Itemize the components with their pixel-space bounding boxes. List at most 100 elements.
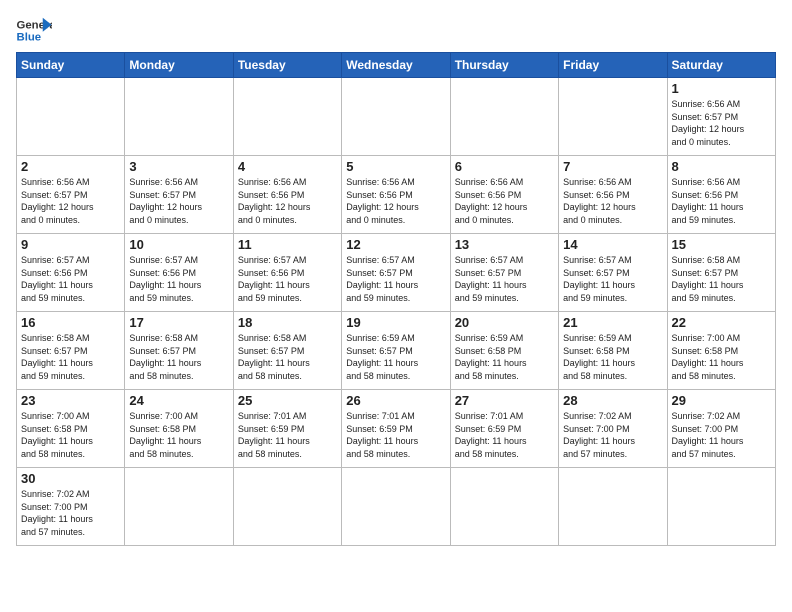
calendar-body: 1 Sunrise: 6:56 AM Sunset: 6:57 PM Daylig… <box>17 78 776 546</box>
day-number: 30 <box>21 471 120 486</box>
week-row-4: 16 Sunrise: 6:58 AM Sunset: 6:57 PM Dayli… <box>17 312 776 390</box>
day-number: 19 <box>346 315 445 330</box>
calendar-cell <box>342 78 450 156</box>
calendar-cell <box>125 468 233 546</box>
day-info: Sunrise: 6:56 AM Sunset: 6:57 PM Dayligh… <box>21 176 120 226</box>
calendar-cell: 6 Sunrise: 6:56 AM Sunset: 6:56 PM Daylig… <box>450 156 558 234</box>
calendar-cell: 7 Sunrise: 6:56 AM Sunset: 6:56 PM Daylig… <box>559 156 667 234</box>
calendar-cell: 16 Sunrise: 6:58 AM Sunset: 6:57 PM Dayli… <box>17 312 125 390</box>
calendar-cell: 27Sunrise: 7:01 AM Sunset: 6:59 PM Dayli… <box>450 390 558 468</box>
weekday-header-wednesday: Wednesday <box>342 53 450 78</box>
calendar-cell <box>125 78 233 156</box>
calendar-cell: 29Sunrise: 7:02 AM Sunset: 7:00 PM Dayli… <box>667 390 775 468</box>
calendar-cell: 30Sunrise: 7:02 AM Sunset: 7:00 PM Dayli… <box>17 468 125 546</box>
calendar-cell: 11 Sunrise: 6:57 AM Sunset: 6:56 PM Dayli… <box>233 234 341 312</box>
calendar-cell: 13 Sunrise: 6:57 AM Sunset: 6:57 PM Dayli… <box>450 234 558 312</box>
calendar-cell: 28 Sunrise: 7:02 AM Sunset: 7:00 PM Dayli… <box>559 390 667 468</box>
day-number: 16 <box>21 315 120 330</box>
day-info: Sunrise: 6:59 AM Sunset: 6:57 PM Dayligh… <box>346 332 445 382</box>
day-info: Sunrise: 6:56 AM Sunset: 6:56 PM Dayligh… <box>238 176 337 226</box>
week-row-6: 30Sunrise: 7:02 AM Sunset: 7:00 PM Dayli… <box>17 468 776 546</box>
day-number: 10 <box>129 237 228 252</box>
day-number: 17 <box>129 315 228 330</box>
calendar-cell: 17 Sunrise: 6:58 AM Sunset: 6:57 PM Dayli… <box>125 312 233 390</box>
day-info: Sunrise: 7:00 AM Sunset: 6:58 PM Dayligh… <box>129 410 228 460</box>
weekday-header-friday: Friday <box>559 53 667 78</box>
calendar-cell <box>559 78 667 156</box>
day-number: 8 <box>672 159 771 174</box>
day-info: Sunrise: 6:57 AM Sunset: 6:57 PM Dayligh… <box>455 254 554 304</box>
calendar-cell: 1 Sunrise: 6:56 AM Sunset: 6:57 PM Daylig… <box>667 78 775 156</box>
day-number: 25 <box>238 393 337 408</box>
day-number: 4 <box>238 159 337 174</box>
day-info: Sunrise: 7:01 AM Sunset: 6:59 PM Dayligh… <box>346 410 445 460</box>
calendar-cell <box>233 468 341 546</box>
day-number: 7 <box>563 159 662 174</box>
calendar-cell: 3 Sunrise: 6:56 AM Sunset: 6:57 PM Daylig… <box>125 156 233 234</box>
calendar-cell: 25 Sunrise: 7:01 AM Sunset: 6:59 PM Dayli… <box>233 390 341 468</box>
calendar-cell: 18Sunrise: 6:58 AM Sunset: 6:57 PM Dayli… <box>233 312 341 390</box>
day-info: Sunrise: 6:57 AM Sunset: 6:56 PM Dayligh… <box>238 254 337 304</box>
day-info: Sunrise: 6:58 AM Sunset: 6:57 PM Dayligh… <box>129 332 228 382</box>
week-row-3: 9 Sunrise: 6:57 AM Sunset: 6:56 PM Daylig… <box>17 234 776 312</box>
day-number: 27 <box>455 393 554 408</box>
day-info: Sunrise: 6:59 AM Sunset: 6:58 PM Dayligh… <box>563 332 662 382</box>
day-info: Sunrise: 6:57 AM Sunset: 6:56 PM Dayligh… <box>21 254 120 304</box>
day-info: Sunrise: 7:01 AM Sunset: 6:59 PM Dayligh… <box>238 410 337 460</box>
calendar-cell: 4 Sunrise: 6:56 AM Sunset: 6:56 PM Daylig… <box>233 156 341 234</box>
day-info: Sunrise: 6:58 AM Sunset: 6:57 PM Dayligh… <box>672 254 771 304</box>
day-number: 11 <box>238 237 337 252</box>
day-info: Sunrise: 6:56 AM Sunset: 6:56 PM Dayligh… <box>672 176 771 226</box>
day-info: Sunrise: 6:57 AM Sunset: 6:57 PM Dayligh… <box>563 254 662 304</box>
day-number: 21 <box>563 315 662 330</box>
day-info: Sunrise: 6:56 AM Sunset: 6:57 PM Dayligh… <box>129 176 228 226</box>
header: General Blue <box>16 16 776 44</box>
day-number: 15 <box>672 237 771 252</box>
day-info: Sunrise: 6:57 AM Sunset: 6:57 PM Dayligh… <box>346 254 445 304</box>
calendar-table: SundayMondayTuesdayWednesdayThursdayFrid… <box>16 52 776 546</box>
day-number: 1 <box>672 81 771 96</box>
day-number: 26 <box>346 393 445 408</box>
calendar-cell: 24 Sunrise: 7:00 AM Sunset: 6:58 PM Dayli… <box>125 390 233 468</box>
day-info: Sunrise: 6:56 AM Sunset: 6:56 PM Dayligh… <box>455 176 554 226</box>
logo: General Blue <box>16 16 52 44</box>
day-number: 13 <box>455 237 554 252</box>
calendar-cell: 5Sunrise: 6:56 AM Sunset: 6:56 PM Daylig… <box>342 156 450 234</box>
day-info: Sunrise: 6:56 AM Sunset: 6:57 PM Dayligh… <box>672 98 771 148</box>
weekday-header-sunday: Sunday <box>17 53 125 78</box>
day-number: 18 <box>238 315 337 330</box>
weekday-header-thursday: Thursday <box>450 53 558 78</box>
calendar-cell: 19 Sunrise: 6:59 AM Sunset: 6:57 PM Dayli… <box>342 312 450 390</box>
calendar-cell: 8 Sunrise: 6:56 AM Sunset: 6:56 PM Daylig… <box>667 156 775 234</box>
day-number: 9 <box>21 237 120 252</box>
day-number: 24 <box>129 393 228 408</box>
weekday-header-tuesday: Tuesday <box>233 53 341 78</box>
calendar-cell <box>342 468 450 546</box>
day-info: Sunrise: 6:56 AM Sunset: 6:56 PM Dayligh… <box>346 176 445 226</box>
day-number: 20 <box>455 315 554 330</box>
calendar-cell <box>667 468 775 546</box>
day-number: 14 <box>563 237 662 252</box>
day-number: 3 <box>129 159 228 174</box>
calendar-cell <box>450 78 558 156</box>
calendar-cell: 2Sunrise: 6:56 AM Sunset: 6:57 PM Daylig… <box>17 156 125 234</box>
day-number: 28 <box>563 393 662 408</box>
calendar-cell: 23Sunrise: 7:00 AM Sunset: 6:58 PM Dayli… <box>17 390 125 468</box>
day-info: Sunrise: 6:57 AM Sunset: 6:56 PM Dayligh… <box>129 254 228 304</box>
week-row-5: 23 Sunrise: 7:00 AM Sunset: 6:58 PM Dayli… <box>17 390 776 468</box>
day-info: Sunrise: 7:02 AM Sunset: 7:00 PM Dayligh… <box>672 410 771 460</box>
day-number: 23 <box>21 393 120 408</box>
day-info: Sunrise: 6:58 AM Sunset: 6:57 PM Dayligh… <box>21 332 120 382</box>
calendar-cell: 14 Sunrise: 6:57 AM Sunset: 6:57 PM Dayli… <box>559 234 667 312</box>
calendar-cell: 15 Sunrise: 6:58 AM Sunset: 6:57 PM Dayli… <box>667 234 775 312</box>
calendar-cell: 10 Sunrise: 6:57 AM Sunset: 6:56 PM Dayli… <box>125 234 233 312</box>
week-row-2: 2Sunrise: 6:56 AM Sunset: 6:57 PM Daylig… <box>17 156 776 234</box>
day-info: Sunrise: 7:02 AM Sunset: 7:00 PM Dayligh… <box>563 410 662 460</box>
calendar-cell <box>17 78 125 156</box>
calendar-cell: 20Sunrise: 6:59 AM Sunset: 6:58 PM Dayli… <box>450 312 558 390</box>
day-info: Sunrise: 6:56 AM Sunset: 6:56 PM Dayligh… <box>563 176 662 226</box>
calendar-cell: 26 Sunrise: 7:01 AM Sunset: 6:59 PM Dayli… <box>342 390 450 468</box>
weekday-header-saturday: Saturday <box>667 53 775 78</box>
day-number: 6 <box>455 159 554 174</box>
day-number: 12 <box>346 237 445 252</box>
